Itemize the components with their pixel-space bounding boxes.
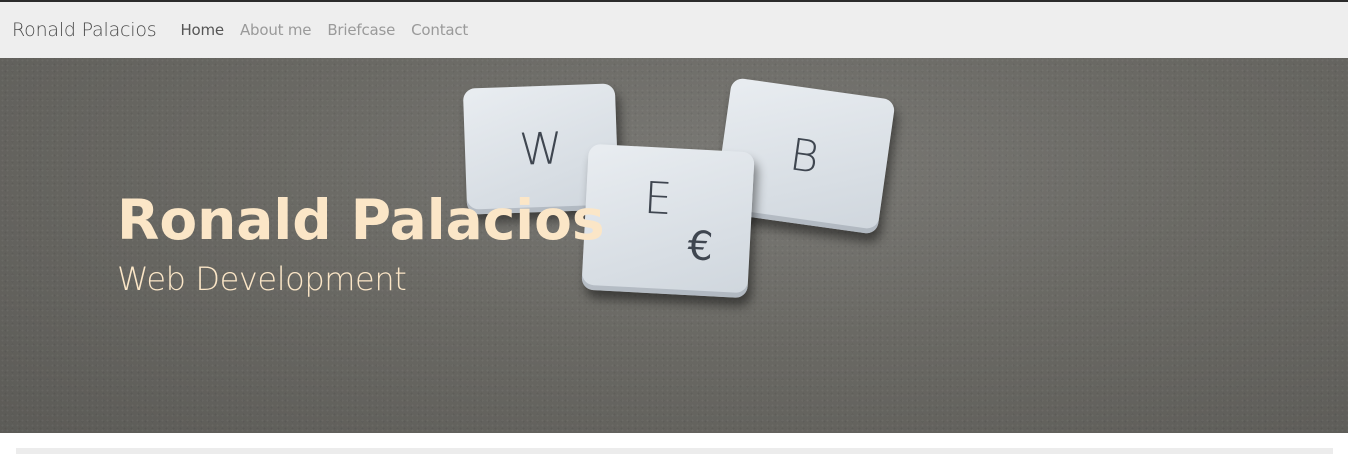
- hero-title: Ronald Palacios: [117, 188, 605, 252]
- euro-symbol: €: [686, 223, 715, 271]
- nav-link-home[interactable]: Home: [172, 21, 232, 39]
- hero-subtitle: Web Development: [117, 260, 407, 298]
- nav-link-contact[interactable]: Contact: [403, 21, 476, 39]
- brand-link[interactable]: Ronald Palacios: [12, 19, 157, 41]
- navbar: Ronald Palacios Home About me Briefcase …: [0, 2, 1348, 58]
- tile-letter: B: [786, 128, 823, 184]
- nav-link-about-me[interactable]: About me: [232, 21, 319, 39]
- tile-letter: W: [518, 122, 564, 176]
- nav-links: Home About me Briefcase Contact: [172, 21, 476, 39]
- nav-link-briefcase[interactable]: Briefcase: [319, 21, 403, 39]
- tile-letter: E: [642, 172, 674, 226]
- content-divider: [16, 448, 1333, 454]
- letter-tile-e: E €: [581, 143, 755, 299]
- hero-banner: W B E € Ronald Palacios Web Development: [0, 58, 1348, 433]
